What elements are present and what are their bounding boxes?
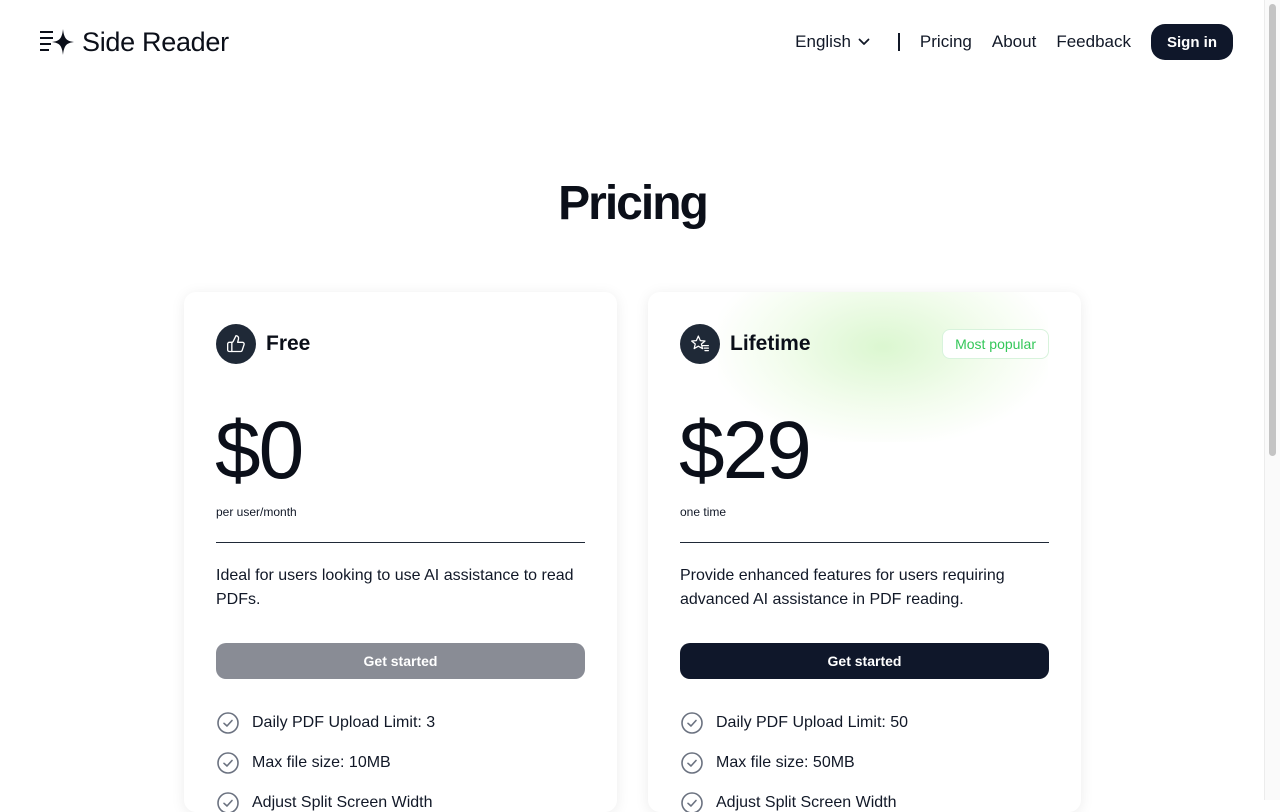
plan-icon-badge bbox=[216, 324, 256, 364]
page-scrollbar[interactable] bbox=[1264, 0, 1280, 800]
plan-card-free: Free $0 per user/month Ideal for users l… bbox=[184, 292, 617, 812]
plan-header: Free bbox=[216, 324, 310, 364]
feature-item: Max file size: 10MB bbox=[216, 751, 435, 775]
get-started-button[interactable]: Get started bbox=[680, 643, 1049, 679]
feature-item: Daily PDF Upload Limit: 3 bbox=[216, 711, 435, 735]
feature-item: Max file size: 50MB bbox=[680, 751, 908, 775]
divider bbox=[216, 542, 585, 543]
nav-about[interactable]: About bbox=[992, 32, 1036, 52]
nav-pricing[interactable]: Pricing bbox=[920, 32, 972, 52]
feature-text: Daily PDF Upload Limit: 50 bbox=[716, 714, 909, 731]
logo[interactable]: Side Reader bbox=[40, 24, 229, 60]
get-started-button[interactable]: Get started bbox=[216, 643, 585, 679]
plan-name: Lifetime bbox=[730, 332, 811, 355]
plan-name: Free bbox=[266, 332, 311, 355]
star-list-icon bbox=[691, 335, 709, 352]
scrollbar-thumb[interactable] bbox=[1269, 4, 1276, 456]
feature-text: Adjust Split Screen Width bbox=[716, 794, 897, 811]
feature-list: Daily PDF Upload Limit: 3 Max file size:… bbox=[216, 711, 435, 812]
feature-item: Adjust Split Screen Width bbox=[680, 791, 908, 812]
feature-text: Max file size: 50MB bbox=[716, 754, 855, 771]
app-name: Side Reader bbox=[82, 26, 229, 57]
plan-description: Ideal for users looking to use AI assist… bbox=[216, 567, 574, 608]
language-label: English bbox=[795, 32, 851, 51]
check-circle-icon bbox=[217, 752, 239, 774]
page-title: Pricing bbox=[558, 177, 709, 230]
thumbs-up-icon bbox=[227, 334, 245, 353]
feature-list: Daily PDF Upload Limit: 50 Max file size… bbox=[680, 711, 908, 812]
feature-item: Daily PDF Upload Limit: 50 bbox=[680, 711, 908, 735]
top-nav: English Pricing About Feedback Sign in bbox=[795, 24, 1233, 60]
plan-period: one time bbox=[680, 505, 727, 519]
most-popular-badge: Most popular bbox=[942, 329, 1049, 359]
sign-in-button[interactable]: Sign in bbox=[1151, 24, 1233, 60]
feature-item: Adjust Split Screen Width bbox=[216, 791, 435, 812]
chevron-down-icon bbox=[858, 38, 870, 45]
nav-feedback[interactable]: Feedback bbox=[1056, 32, 1131, 52]
check-circle-icon bbox=[217, 712, 239, 734]
check-circle-icon bbox=[681, 752, 703, 774]
plan-header: Lifetime bbox=[680, 324, 811, 364]
divider bbox=[680, 542, 1049, 543]
language-selector[interactable]: English bbox=[795, 32, 870, 52]
feature-text: Daily PDF Upload Limit: 3 bbox=[252, 714, 436, 731]
check-circle-icon bbox=[681, 712, 703, 734]
site-header: Side Reader English Pricing About Feedba… bbox=[0, 0, 1265, 84]
feature-text: Adjust Split Screen Width bbox=[252, 794, 433, 811]
plan-icon-badge bbox=[680, 324, 720, 364]
feature-text: Max file size: 10MB bbox=[252, 754, 391, 771]
check-circle-icon bbox=[681, 792, 703, 812]
plan-card-lifetime: Lifetime Most popular $29 one time Provi… bbox=[648, 292, 1081, 812]
plan-price: $0 bbox=[215, 405, 304, 496]
plan-price: $29 bbox=[679, 405, 812, 496]
check-circle-icon bbox=[217, 792, 239, 812]
plan-description: Provide enhanced features for users requ… bbox=[680, 567, 1005, 608]
nav-divider bbox=[897, 33, 900, 51]
plan-period: per user/month bbox=[216, 505, 297, 519]
sparkle-list-icon bbox=[40, 29, 74, 55]
